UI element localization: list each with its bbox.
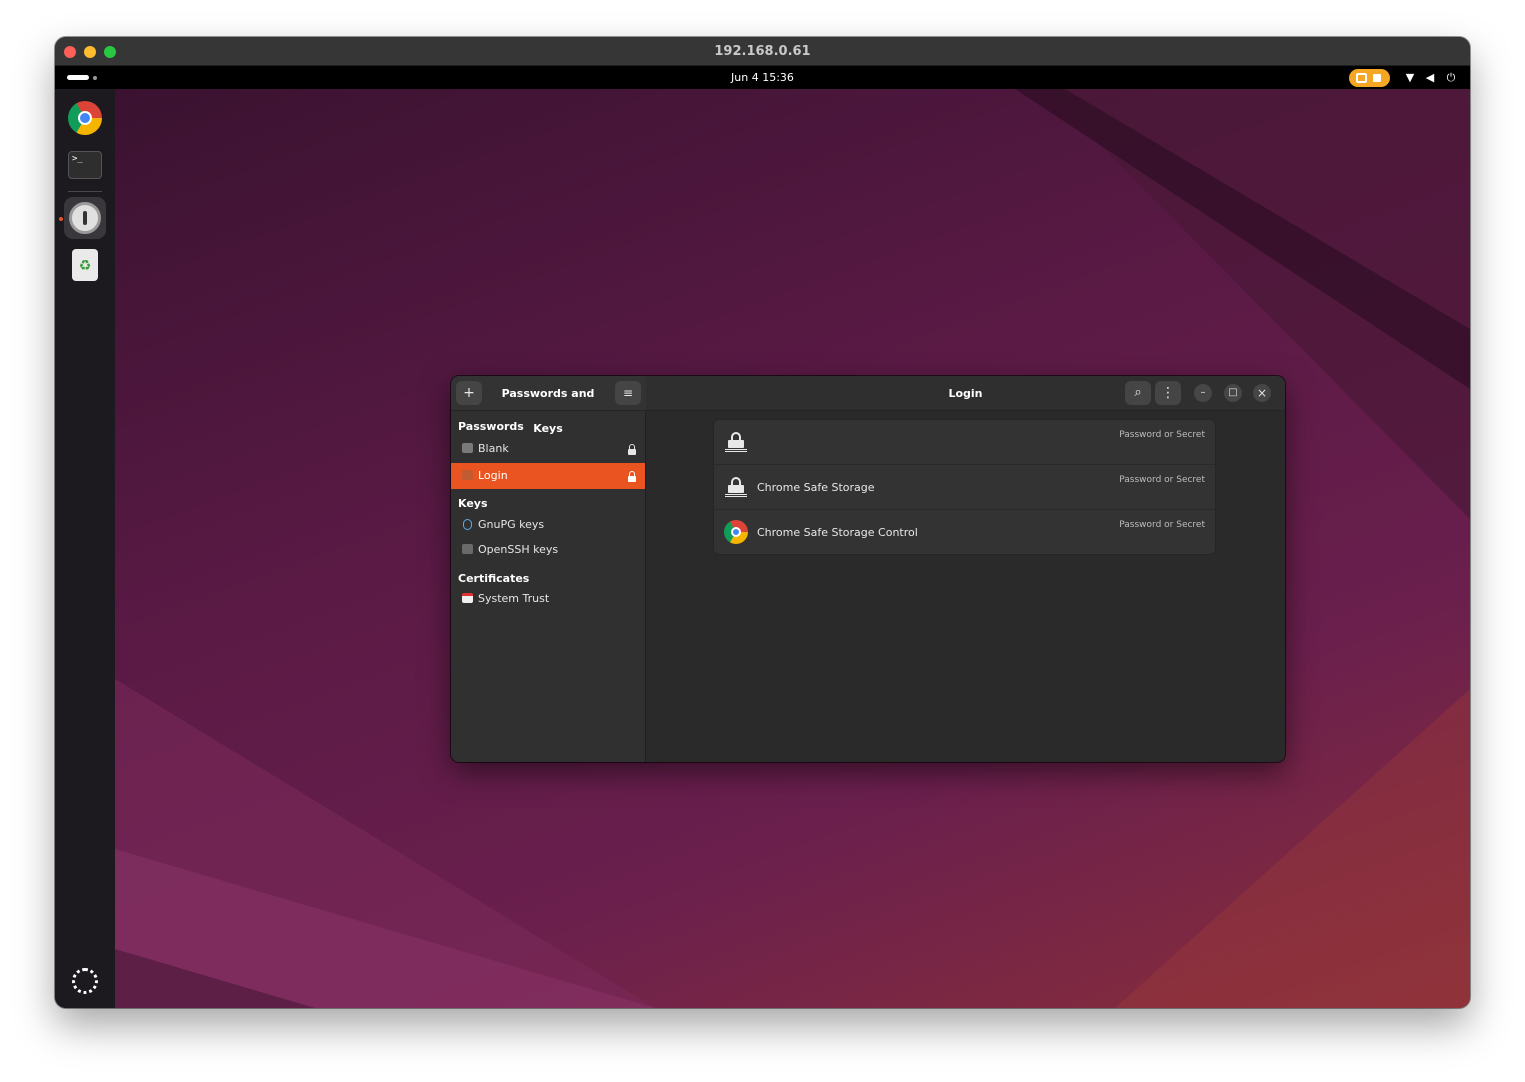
show-apps-icon[interactable]	[72, 968, 98, 994]
wifi-icon[interactable]: ▼	[1403, 66, 1417, 89]
list-item[interactable]: Password or Secret	[714, 420, 1215, 465]
sidebar-item-login[interactable]: Login	[451, 463, 645, 489]
clock[interactable]: Jun 4 15:36	[55, 66, 1470, 89]
app-title: Passwords and Keys	[501, 387, 595, 435]
running-indicator	[59, 217, 63, 221]
list-item[interactable]: Chrome Safe Storage Control Password or …	[714, 510, 1215, 555]
sidebar-header: + Passwords and Keys ≡	[451, 376, 646, 435]
stop-icon	[1373, 74, 1381, 82]
item-type: Password or Secret	[1119, 520, 1205, 530]
item-name: Chrome Safe Storage	[757, 481, 875, 494]
dock-password-manager[interactable]	[64, 197, 106, 239]
sidebar-item-label: System Trust	[478, 592, 550, 605]
sidebar-item-openssh[interactable]: OpenSSH keys	[451, 537, 645, 563]
padlock-icon	[724, 430, 748, 454]
sidebar-item-gnupg[interactable]: GnuPG keys	[451, 512, 645, 538]
chrome-icon	[724, 520, 748, 544]
item-type: Password or Secret	[1119, 430, 1205, 440]
section-certificates: Certificates	[458, 572, 530, 585]
key-folder-icon	[462, 544, 473, 554]
remote-desktop-window: 192.168.0.61 Jun 4 15:36 ▼ ◀ ⏻ >_ ♻ + Pa…	[55, 37, 1470, 1008]
folder-icon	[462, 443, 473, 453]
dock: >_ ♻	[55, 89, 115, 1008]
dock-trash[interactable]: ♻	[64, 245, 106, 287]
power-icon[interactable]: ⏻	[1444, 66, 1458, 89]
list-item[interactable]: Chrome Safe Storage Password or Secret	[714, 465, 1215, 510]
close-button[interactable]: ×	[1253, 384, 1271, 402]
sidebar-item-system-trust[interactable]: System Trust	[451, 586, 645, 612]
dock-chrome[interactable]	[64, 97, 106, 139]
sidebar-item-label: OpenSSH keys	[478, 543, 559, 556]
search-button[interactable]: ⌕	[1125, 381, 1151, 405]
sidebar-item-blank[interactable]: Blank	[451, 436, 645, 462]
folder-icon	[462, 470, 473, 480]
volume-icon[interactable]: ◀	[1423, 66, 1437, 89]
terminal-icon: >_	[68, 151, 102, 179]
dock-separator	[68, 191, 102, 192]
section-keys: Keys	[458, 497, 488, 510]
dock-terminal[interactable]: >_	[64, 145, 106, 187]
menu-button[interactable]: ≡	[615, 381, 641, 405]
chrome-icon	[68, 101, 102, 135]
sidebar: + Passwords and Keys ≡ Passwords Blank L…	[451, 376, 646, 762]
person-icon	[463, 519, 472, 530]
secrets-list: Password or Secret Chrome Safe Storage P…	[713, 419, 1216, 555]
minimize-button[interactable]: –	[1194, 384, 1212, 402]
maximize-button[interactable]: □	[1224, 384, 1242, 402]
sidebar-item-label: Blank	[478, 442, 509, 455]
trash-icon: ♻	[72, 249, 98, 281]
more-options-button[interactable]: ⋮	[1155, 381, 1181, 405]
password-manager-icon	[69, 202, 101, 234]
screen-share-indicator[interactable]	[1349, 69, 1390, 87]
content-header: Login ⌕ ⋮ – □ ×	[646, 376, 1285, 411]
section-passwords: Passwords	[458, 420, 524, 433]
padlock-icon	[724, 475, 748, 499]
item-name: Chrome Safe Storage Control	[757, 526, 918, 539]
mac-titlebar: 192.168.0.61	[55, 37, 1470, 66]
sidebar-item-label: Login	[478, 469, 508, 482]
item-type: Password or Secret	[1119, 475, 1205, 485]
content-title: Login	[948, 387, 983, 400]
ubuntu-top-bar: Jun 4 15:36 ▼ ◀ ⏻	[55, 66, 1470, 89]
unlock-icon[interactable]	[628, 471, 636, 482]
screen-share-icon	[1356, 73, 1367, 83]
desktop-wallpaper: + Passwords and Keys ≡ Passwords Blank L…	[115, 89, 1470, 1008]
add-button[interactable]: +	[456, 381, 482, 405]
window-title: 192.168.0.61	[714, 44, 811, 59]
sidebar-item-label: GnuPG keys	[478, 518, 545, 531]
passwords-and-keys-window: + Passwords and Keys ≡ Passwords Blank L…	[451, 376, 1285, 762]
certificate-icon	[462, 593, 473, 603]
unlock-icon[interactable]	[628, 444, 636, 455]
